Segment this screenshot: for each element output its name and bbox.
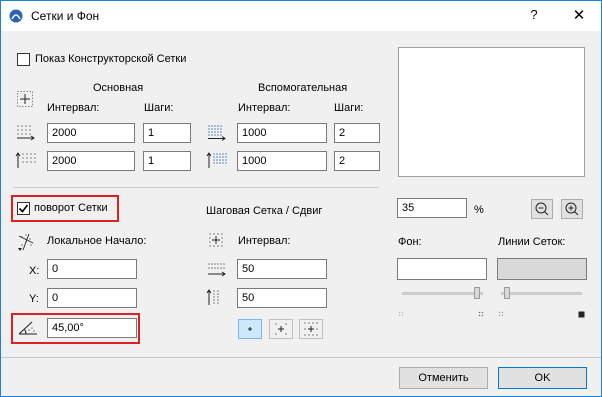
aux-x-interval-input[interactable]: 1000 (237, 123, 327, 143)
angle-icon (18, 321, 37, 335)
cancel-button[interactable]: Отменить (399, 367, 488, 389)
rotate-grid-label: поворот Сетки (34, 202, 108, 214)
snap-y-interval-input[interactable]: 50 (237, 288, 327, 308)
snap-offset-center-button[interactable] (238, 319, 262, 339)
zoom-in-button[interactable] (561, 199, 583, 219)
grid-preview (398, 47, 585, 177)
zoom-out-icon (535, 202, 549, 216)
close-button[interactable]: ✕ (567, 6, 591, 26)
ok-button[interactable]: OK (498, 367, 587, 389)
center-cross-icon (248, 327, 252, 331)
snap-horizontal-icon (208, 263, 226, 277)
main-grid-header: Основная (93, 82, 144, 94)
full-offset-icon (304, 322, 318, 336)
horizontal-spacing-icon (17, 125, 35, 141)
snap-offset-full-button[interactable] (299, 319, 323, 339)
main-interval-label: Интервал: (47, 102, 100, 114)
dark-dots-icon (578, 311, 585, 318)
origin-x-label: X: (29, 265, 40, 277)
local-origin-icon (18, 233, 34, 251)
zoom-input[interactable]: 35 (397, 198, 467, 218)
snap-offset-half-button[interactable] (269, 319, 293, 339)
show-construction-grid-checkbox[interactable] (17, 53, 30, 66)
aux-vertical-spacing-icon (206, 152, 227, 168)
aux-x-steps-input[interactable]: 2 (334, 123, 380, 143)
rotation-angle-input[interactable]: 45,00° (47, 318, 137, 338)
aux-grid-header: Вспомогательная (258, 82, 348, 94)
light-dots-icon (398, 311, 404, 317)
zoom-unit: % (474, 204, 484, 216)
grid-lines-slider-thumb[interactable] (504, 287, 510, 299)
aux-horizontal-spacing-icon (208, 125, 226, 141)
background-label: Фон: (398, 236, 422, 248)
background-slider-thumb[interactable] (474, 287, 480, 299)
zoom-out-button[interactable] (531, 199, 553, 219)
origin-y-input[interactable]: 0 (47, 288, 137, 308)
aux-y-steps-input[interactable]: 2 (334, 151, 380, 171)
grid-lines-color-swatch[interactable] (497, 258, 587, 280)
origin-y-label: Y: (29, 293, 39, 305)
grid-lines-label: Линии Сеток: (498, 236, 566, 248)
grid-lines-slider-track (501, 292, 582, 295)
snap-origin-icon (209, 233, 223, 247)
aux-y-interval-input[interactable]: 1000 (237, 151, 327, 171)
grid-origin-icon (17, 91, 33, 107)
checkmark-icon (18, 204, 29, 213)
snap-grid-header: Шаговая Сетка / Сдвиг (206, 205, 323, 217)
main-y-interval-input[interactable]: 2000 (47, 151, 135, 171)
sparse-dots-icon (498, 311, 504, 317)
footer-divider (1, 357, 601, 358)
show-construction-grid-label: Показ Конструкторской Сетки (35, 53, 187, 65)
snap-interval-label: Интервал: (238, 235, 291, 247)
main-steps-label: Шаги: (144, 102, 174, 114)
main-y-steps-input[interactable]: 1 (143, 151, 191, 171)
aux-steps-label: Шаги: (334, 102, 364, 114)
snap-x-interval-input[interactable]: 50 (237, 259, 327, 279)
origin-x-input[interactable]: 0 (47, 259, 137, 279)
title-bar: Сетки и Фон ? ✕ (1, 1, 601, 31)
half-offset-icon (275, 323, 287, 335)
zoom-in-icon (565, 202, 579, 216)
background-color-swatch[interactable] (397, 258, 487, 280)
local-origin-label: Локальное Начало: (47, 235, 147, 247)
snap-vertical-icon (206, 289, 219, 305)
vertical-spacing-icon (15, 152, 36, 168)
section-divider (13, 187, 379, 188)
rotate-grid-checkbox[interactable] (17, 202, 30, 215)
main-x-steps-input[interactable]: 1 (143, 123, 191, 143)
medium-dots-icon (478, 311, 484, 317)
aux-interval-label: Интервал: (238, 102, 291, 114)
grids-and-background-dialog: Сетки и Фон ? ✕ Показ Конструкторской Се… (0, 0, 602, 397)
window-title: Сетки и Фон (31, 9, 100, 23)
archicad-app-icon (9, 9, 23, 23)
help-button[interactable]: ? (524, 7, 544, 25)
main-x-interval-input[interactable]: 2000 (47, 123, 135, 143)
background-slider-track (402, 292, 483, 295)
